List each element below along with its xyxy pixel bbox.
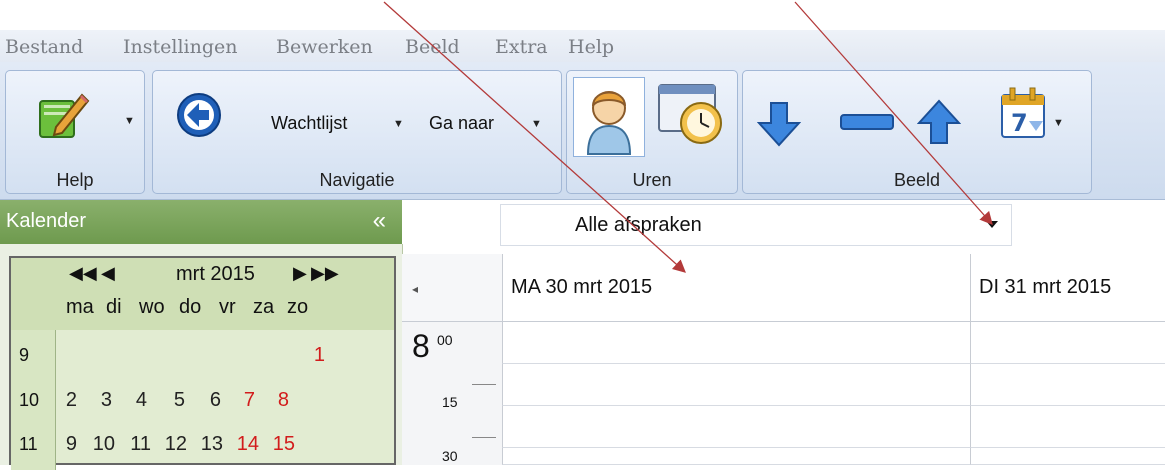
calendar-day[interactable]: 8 [265,389,289,412]
calendar-day[interactable]: 6 [197,389,221,412]
prev-month-icon[interactable]: ◀ [101,263,115,284]
waitlist-dropdown-icon[interactable]: ▼ [393,118,404,130]
appointment-filter-select[interactable]: Alle afspraken [500,204,1012,246]
day-grid-header: ◂ MA 30 mrt 2015 DI 31 mrt 2015 [402,254,1165,322]
day-column-title: MA 30 mrt 2015 [511,276,653,298]
time-slot[interactable] [970,406,1165,448]
minute-label: 15 [442,394,458,410]
hours-group-label: Uren [632,170,672,190]
day-column-title: DI 31 mrt 2015 [979,276,1112,298]
calendar-day[interactable]: 15 [271,433,295,456]
calendar-day[interactable]: 2 [53,389,77,412]
dow-wo: wo [139,296,165,318]
time-tick [472,384,496,385]
menu-bar: Bestand Instellingen Bewerken Beeld Extr… [0,30,1165,62]
menu-bewerken[interactable]: Bewerken [276,36,373,58]
week-number: 10 [19,390,40,410]
time-slot[interactable] [970,364,1165,406]
time-slot[interactable] [502,364,970,406]
hour-minute-label: 00 [437,332,453,348]
time-slot[interactable] [970,448,1165,465]
menu-bestand[interactable]: Bestand [5,36,83,58]
dow-do: do [179,296,202,318]
calendar-day[interactable]: 13 [199,433,223,456]
time-tick [472,437,496,438]
arrow-down-icon[interactable] [756,101,802,152]
chevron-down-icon[interactable] [986,221,998,228]
calendar-day[interactable]: 4 [123,389,147,412]
prev-year-icon[interactable]: ◀◀ [69,263,97,284]
view-group-label: Beeld [893,170,941,190]
help-group-label: Help [56,170,94,190]
help-dropdown-icon[interactable]: ▼ [124,115,135,127]
navigation-group-label: Navigatie [319,170,395,190]
collapse-panel-icon[interactable]: « [373,207,386,235]
week-number: 11 [19,434,38,454]
calendar-day[interactable]: 14 [235,433,259,456]
minute-label: 30 [442,448,458,464]
menu-beeld[interactable]: Beeld [405,36,460,58]
calendar-day[interactable]: 3 [88,389,112,412]
hours-group: Uren [566,70,738,194]
menu-instellingen[interactable]: Instellingen [123,36,237,58]
mini-calendar: ◀◀ ◀ mrt 2015 ▶ ▶▶ ma di wo do vr za zo … [9,256,396,470]
calendar-day[interactable]: 5 [161,389,185,412]
week-number: 9 [19,345,30,365]
time-slot[interactable] [970,322,1165,364]
ribbon: ▼ Help Wachtlijst ▼ Ga naar ▼ Navigatie [0,62,1165,200]
calendar-panel-title: Kalender [6,210,87,232]
svg-text:7: 7 [1011,109,1028,137]
waitlist-button[interactable]: Wachtlijst [271,113,347,134]
time-slot[interactable] [502,322,970,364]
week-view-dropdown-icon[interactable]: ▼ [1053,117,1064,129]
day-column-header[interactable]: DI 31 mrt 2015 [970,254,1165,321]
user-icon[interactable] [573,77,645,157]
appointment-filter-value: Alle afspraken [575,214,702,236]
arrow-up-icon[interactable] [916,99,962,150]
navigation-group: Wachtlijst ▼ Ga naar ▼ Navigatie [152,70,562,194]
next-month-icon[interactable]: ▶ [293,263,307,284]
minus-icon[interactable] [839,113,895,136]
scroll-left-icon[interactable]: ◂ [412,282,418,296]
calendar-day[interactable]: 7 [231,389,255,412]
help-group: ▼ Help [5,70,145,194]
calendar-clock-icon[interactable] [655,81,727,156]
calendar-day[interactable]: 11 [127,433,151,456]
day-column-header[interactable]: MA 30 mrt 2015 [502,254,971,321]
dow-di: di [106,296,122,318]
time-column: 8 00 15 30 [402,322,503,465]
hour-label: 8 [412,328,430,364]
calendar-day[interactable]: 1 [301,344,325,367]
goto-dropdown-icon[interactable]: ▼ [531,118,542,130]
calendar-day[interactable]: 9 [53,433,77,456]
goto-button[interactable]: Ga naar [429,113,494,134]
calendar-day[interactable]: 12 [163,433,187,456]
view-group: 7 ▼ Beeld [742,70,1092,194]
week-calendar-icon[interactable]: 7 [999,85,1049,146]
dow-zo: zo [287,296,309,318]
mini-calendar-header: ◀◀ ◀ mrt 2015 ▶ ▶▶ ma di wo do vr za zo [11,258,394,330]
back-arrow-icon[interactable] [175,91,223,144]
dow-vr: vr [219,296,236,318]
dow-ma: ma [66,296,94,318]
edit-pencil-icon[interactable] [34,87,90,148]
time-slot[interactable] [502,448,970,465]
next-year-icon[interactable]: ▶▶ [311,263,339,284]
menu-extra[interactable]: Extra [495,36,548,58]
dow-za: za [253,296,275,318]
calendar-day[interactable]: 10 [91,433,115,456]
time-slot[interactable] [502,406,970,448]
menu-help[interactable]: Help [568,36,614,58]
month-label: mrt 2015 [176,263,255,285]
calendar-panel-header: Kalender « [0,200,402,244]
